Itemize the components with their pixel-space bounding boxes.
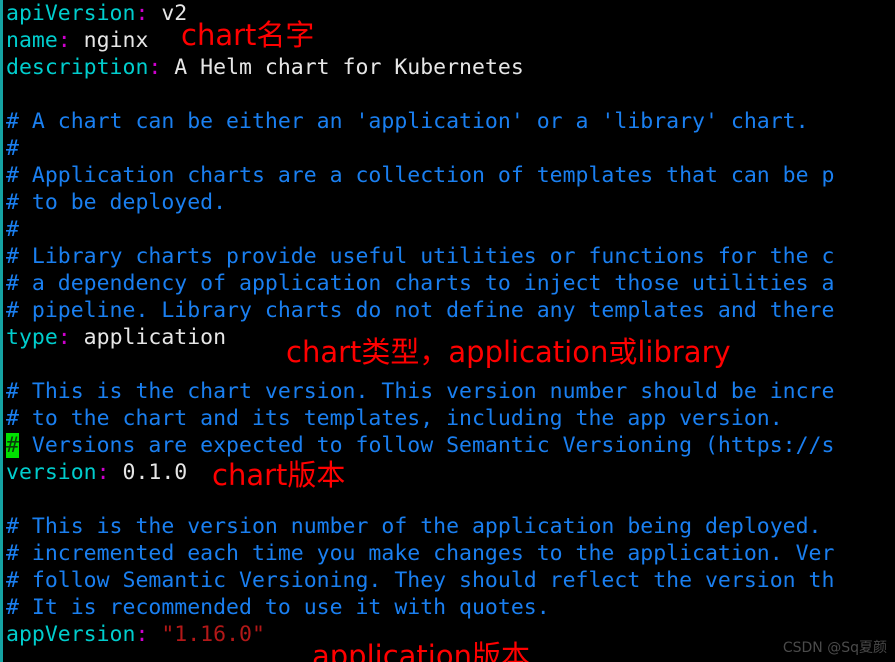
yaml-key: description — [6, 55, 149, 80]
code-line-type[interactable]: type: application — [6, 324, 226, 351]
code-line-apiversion[interactable]: apiVersion: v2 — [6, 0, 187, 27]
code-line-version[interactable]: version: 0.1.0 — [6, 459, 187, 486]
code-line-comment: # — [6, 136, 19, 161]
annotation-chart-version: chart版本 — [212, 458, 346, 492]
yaml-colon: : — [57, 28, 71, 53]
yaml-colon: : — [57, 325, 71, 350]
yaml-key: apiVersion — [6, 1, 136, 26]
yaml-key: version — [6, 460, 97, 485]
comment-text: Versions are expected to follow Semantic… — [18, 433, 835, 458]
yaml-value: A Helm chart for Kubernetes — [161, 55, 524, 80]
code-line-comment: # to the chart and its templates, includ… — [6, 406, 783, 431]
yaml-key: type — [6, 325, 58, 350]
annotation-chart-type: chart类型，application或library — [286, 335, 731, 369]
code-line-comment-with-cursor: # Versions are expected to follow Semant… — [6, 432, 834, 459]
annotation-chart-name: chart名字 — [181, 18, 315, 52]
code-line-comment: # follow Semantic Versioning. They shoul… — [6, 568, 835, 593]
yaml-value: 0.1.0 — [109, 460, 188, 485]
code-line-comment: # A chart can be either an 'application'… — [6, 109, 809, 134]
code-line-comment: # Application charts are a collection of… — [6, 163, 835, 188]
code-line-comment: # It is recommended to use it with quote… — [6, 595, 550, 620]
code-line-comment: # a dependency of application charts to … — [6, 271, 835, 296]
yaml-colon: : — [135, 1, 149, 26]
yaml-key: name — [6, 28, 58, 53]
yaml-value: application — [70, 325, 227, 350]
code-line-comment: # incremented each time you make changes… — [6, 541, 835, 566]
yaml-code-content: apiVersion: v2 name: nginx description: … — [0, 0, 895, 662]
annotation-app-version: application版本 — [312, 639, 530, 662]
code-line-comment: # This is the version number of the appl… — [6, 514, 822, 539]
terminal-cursor: # — [6, 433, 19, 458]
yaml-colon: : — [135, 622, 149, 647]
code-line-comment: # — [6, 217, 19, 242]
code-line-comment: # This is the chart version. This versio… — [6, 379, 835, 404]
code-line-comment: # pipeline. Library charts do not define… — [6, 298, 835, 323]
code-line-appversion[interactable]: appVersion: "1.16.0" — [6, 621, 265, 648]
code-line-comment: # Library charts provide useful utilitie… — [6, 244, 835, 269]
terminal-screenshot: apiVersion: v2 name: nginx description: … — [0, 0, 895, 662]
watermark: CSDN @Sq夏颜 — [782, 640, 887, 656]
yaml-colon: : — [96, 460, 110, 485]
yaml-string-value: "1.16.0" — [148, 622, 265, 647]
code-line-comment: # to be deployed. — [6, 190, 227, 215]
yaml-value: nginx — [70, 28, 149, 53]
code-line-description[interactable]: description: A Helm chart for Kubernetes — [6, 54, 524, 81]
code-line-name[interactable]: name: nginx — [6, 27, 148, 54]
yaml-colon: : — [148, 55, 162, 80]
yaml-key: appVersion — [6, 622, 136, 647]
